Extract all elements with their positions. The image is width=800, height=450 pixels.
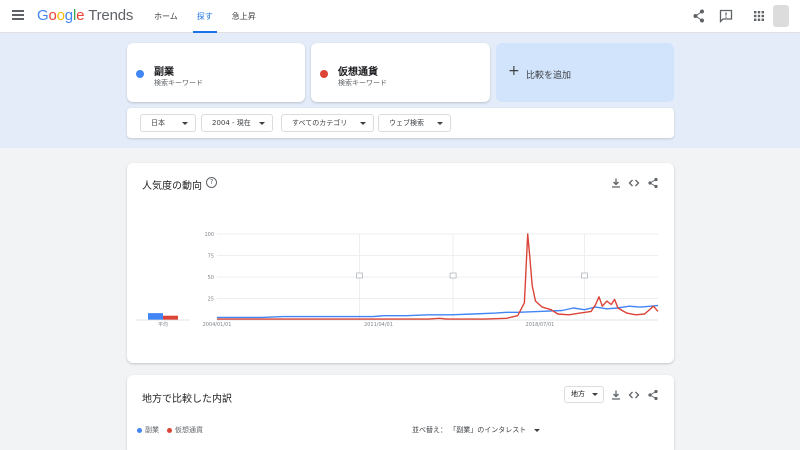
- y-tick-label: 50: [208, 275, 214, 281]
- filter-bar: 日本 2004 - 現在 すべてのカテゴリ ウェブ検索: [127, 108, 674, 138]
- y-tick-label: 100: [204, 232, 214, 238]
- embed-icon[interactable]: [628, 389, 640, 401]
- average-bar: [148, 313, 163, 320]
- legend-item: 副業: [137, 425, 159, 435]
- region-filter[interactable]: 日本: [140, 114, 196, 132]
- plus-icon: +: [508, 63, 520, 79]
- share-icon[interactable]: [691, 8, 707, 24]
- nav-tab-explore[interactable]: 探す: [189, 0, 221, 33]
- chevron-down-icon: [182, 122, 188, 125]
- x-tick-label: 2004/01/01: [203, 322, 232, 328]
- chevron-down-icon: [534, 428, 541, 432]
- region-level-dropdown[interactable]: 地方: [564, 386, 604, 403]
- time-filter[interactable]: 2004 - 現在: [201, 114, 273, 132]
- y-tick-label: 25: [208, 297, 214, 303]
- legend-label: 仮想通貨: [175, 426, 203, 434]
- add-comparison-label: 比較を追加: [526, 71, 572, 81]
- logo-letter: o: [48, 7, 57, 24]
- annotation-marker: [449, 272, 457, 279]
- dropdown-label: 地方: [571, 390, 585, 398]
- series-line: [217, 233, 659, 320]
- legend-dot: [137, 427, 142, 433]
- logo-letter: e: [76, 7, 85, 24]
- interest-over-time-card: 人気度の動向 ? 100 75 50 25 2004/01/01 2011/04/01 20…: [127, 163, 674, 363]
- logo-letter: o: [56, 7, 65, 24]
- card-title: 地方で比較した内訳: [142, 394, 232, 405]
- annotation-marker: [581, 272, 588, 279]
- term-subtitle: 検索キーワード: [338, 79, 387, 87]
- add-comparison-button[interactable]: + 比較を追加: [496, 43, 674, 102]
- logo-product: Trends: [88, 7, 134, 24]
- legend-dot: [167, 427, 172, 433]
- chevron-down-icon: [259, 122, 265, 125]
- filter-label: ウェブ検索: [389, 119, 424, 127]
- average-label: 平均: [158, 321, 168, 328]
- term-color-dot: [320, 70, 328, 78]
- filter-label: 2004 - 現在: [212, 119, 251, 127]
- nav-tab-trending[interactable]: 急上昇: [224, 0, 264, 33]
- term-name: 仮想通貨: [338, 67, 378, 78]
- annotation-marker: [356, 272, 363, 279]
- avatar[interactable]: [773, 5, 789, 27]
- share-icon[interactable]: [647, 389, 659, 401]
- feedback-icon[interactable]: [718, 8, 734, 24]
- x-tick-label: 2011/04/01: [364, 322, 393, 328]
- filter-label: すべてのカテゴリ: [292, 119, 348, 127]
- term-color-dot: [136, 70, 144, 78]
- top-bar: Google Trends ホーム 探す 急上昇: [0, 0, 800, 33]
- average-bar: [163, 315, 178, 320]
- chevron-down-icon: [360, 122, 366, 125]
- sort-label: 並べ替え：: [412, 426, 447, 434]
- term-subtitle: 検索キーワード: [154, 79, 203, 87]
- interest-chart: 100 75 50 25 2004/01/01 2011/04/01 2018/07/01 平…: [136, 232, 659, 328]
- main-nav: ホーム 探す 急上昇: [146, 0, 267, 33]
- google-trends-logo[interactable]: Google Trends: [37, 7, 133, 24]
- sort-dropdown[interactable]: 並べ替え： 「副業」のインタレスト: [412, 425, 541, 435]
- sort-value: 「副業」のインタレスト: [449, 426, 527, 434]
- term-name: 副業: [154, 67, 174, 78]
- category-filter[interactable]: すべてのカテゴリ: [281, 114, 374, 132]
- term-card-1[interactable]: 副業 検索キーワード: [127, 43, 305, 102]
- filter-label: 日本: [151, 119, 165, 127]
- regional-breakdown-card: 地方で比較した内訳 地方 副業 仮想通貨 並べ替え： 「副業」のインタレスト: [127, 375, 674, 450]
- term-card-2[interactable]: 仮想通貨 検索キーワード: [311, 43, 490, 102]
- legend-item: 仮想通貨: [167, 425, 203, 435]
- legend-label: 副業: [145, 426, 159, 434]
- menu-icon[interactable]: [12, 10, 24, 20]
- download-icon[interactable]: [610, 389, 622, 401]
- chevron-down-icon: [437, 122, 443, 125]
- search-type-filter[interactable]: ウェブ検索: [378, 114, 451, 132]
- apps-icon[interactable]: [751, 8, 767, 24]
- logo-letter: g: [64, 7, 73, 24]
- x-tick-label: 2018/07/01: [526, 322, 555, 328]
- logo-letter: G: [37, 7, 49, 24]
- nav-tab-home[interactable]: ホーム: [146, 0, 186, 33]
- chevron-down-icon: [592, 393, 598, 396]
- legend: 副業 仮想通貨: [137, 425, 211, 435]
- y-tick-label: 75: [208, 254, 214, 260]
